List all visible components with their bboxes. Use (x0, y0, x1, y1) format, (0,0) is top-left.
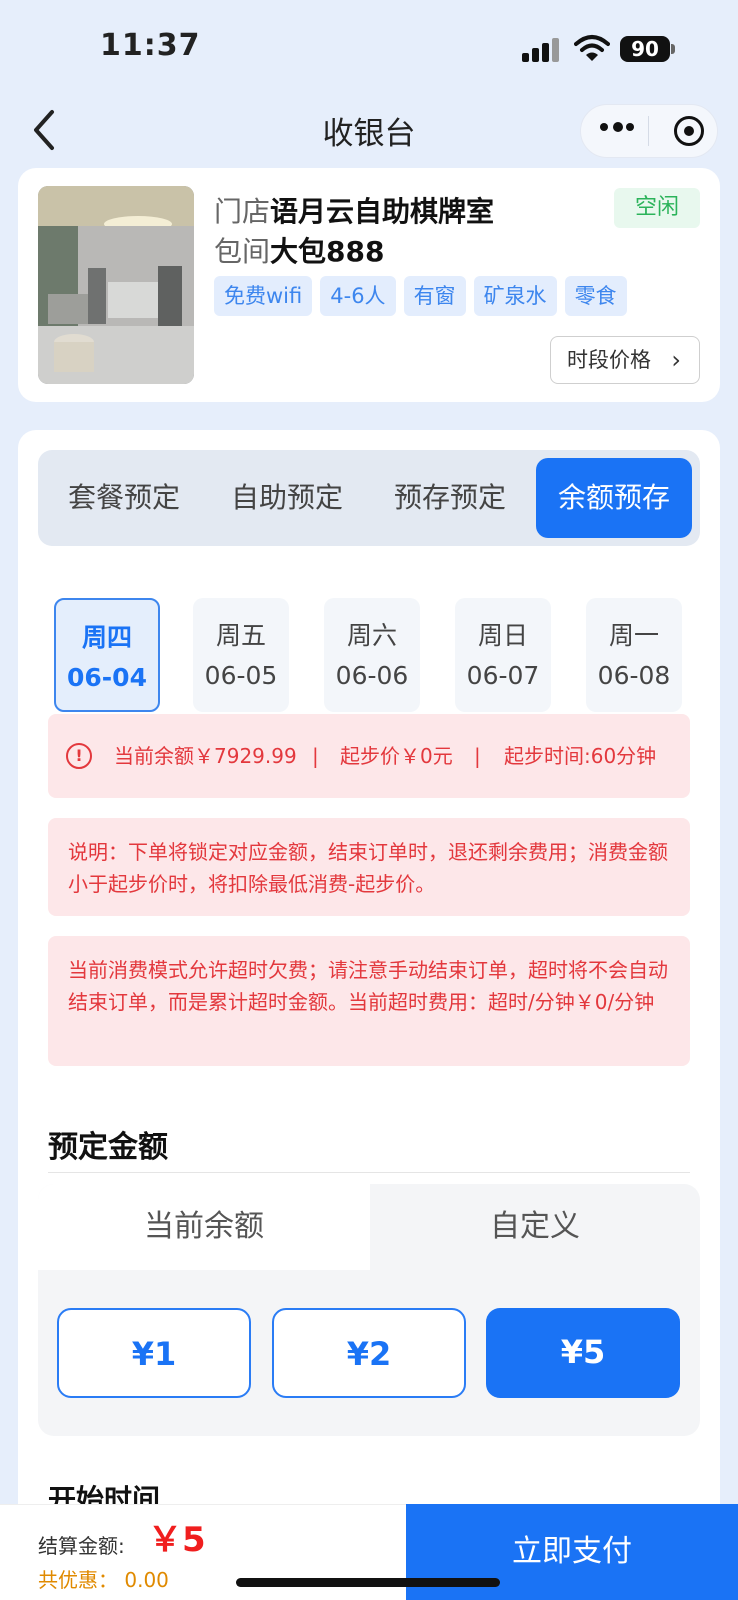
amount-option-1[interactable]: ¥1 (57, 1308, 251, 1398)
amenity-tags: 免费wifi 4-6人 有窗 矿泉水 零食 (214, 276, 627, 316)
start-price: 起步价￥0元 (340, 744, 453, 768)
tab-package-booking[interactable]: 套餐预定 (54, 450, 194, 546)
room-prefix: 包间 (214, 235, 271, 268)
room-name: 大包888 (270, 235, 385, 268)
status-badge: 空闲 (614, 188, 700, 228)
room-name-line: 包间大包888 (214, 230, 384, 270)
warning-icon: ! (66, 743, 92, 769)
day-date: 06-06 (335, 661, 409, 690)
segment-custom[interactable]: 自定义 (370, 1184, 700, 1270)
balance-notice: ! 当前余额￥7929.99 | 起步价￥0元 | 起步时间:60分钟 (48, 714, 690, 798)
day-date: 06-08 (597, 661, 671, 690)
amount-option-2[interactable]: ¥2 (272, 1308, 466, 1398)
room-photo (38, 186, 194, 384)
explain-notice: 说明：下单将锁定对应金额，结束订单时，退还剩余费用；消费金额小于起步价时，将扣除… (48, 818, 690, 916)
day-weekday: 周四 (81, 623, 132, 652)
wifi-icon (574, 34, 610, 62)
home-indicator (236, 1578, 500, 1587)
overtime-notice: 当前消费模式允许超时欠费；请注意手动结束订单，超时将不会自动结束订单，而是累计超… (48, 936, 690, 1066)
time-price-button[interactable]: 时段价格 › (550, 336, 700, 384)
more-icon[interactable] (600, 122, 634, 137)
start-duration: 起步时间:60分钟 (504, 744, 657, 768)
notice-separator: | (312, 744, 319, 768)
day-option[interactable]: 周一 06-08 (586, 598, 682, 712)
store-name-line: 门店语月云自助棋牌室 (214, 190, 494, 230)
day-weekday: 周五 (215, 621, 266, 650)
store-prefix: 门店 (214, 195, 271, 228)
capsule-divider (648, 116, 649, 146)
time-price-label: 时段价格 (567, 348, 651, 372)
battery-tip (671, 44, 675, 54)
day-option[interactable]: 周日 06-07 (455, 598, 551, 712)
tab-prestore-booking[interactable]: 预存预定 (380, 450, 520, 546)
day-option[interactable]: 周六 06-06 (324, 598, 420, 712)
segment-current-balance[interactable]: 当前余额 (38, 1184, 370, 1270)
day-date: 06-05 (204, 661, 278, 690)
current-balance: 当前余额￥7929.99 (114, 744, 297, 768)
amount-option-5[interactable]: ¥5 (486, 1308, 680, 1398)
day-option[interactable]: 周五 06-05 (193, 598, 289, 712)
settle-amount: ￥5 (148, 1520, 206, 1560)
status-time: 11:37 (100, 28, 201, 63)
notice-separator: | (474, 744, 481, 768)
chevron-right-icon: › (671, 346, 681, 374)
close-miniprogram-icon[interactable] (674, 116, 704, 146)
signal-icon (522, 38, 560, 62)
amenity-tag: 零食 (564, 276, 627, 316)
day-option[interactable]: 周四 06-04 (54, 598, 160, 712)
battery-icon: 90 (620, 36, 670, 62)
day-date: 06-07 (466, 661, 540, 690)
amount-section-title: 预定金额 (48, 1130, 168, 1165)
section-divider (48, 1172, 690, 1173)
day-weekday: 周日 (477, 621, 528, 650)
store-name: 语月云自助棋牌室 (270, 195, 495, 228)
amenity-tag: 矿泉水 (473, 276, 557, 316)
discount-text: 共优惠： 0.00 (38, 1568, 169, 1592)
day-weekday: 周六 (346, 621, 397, 650)
amenity-tag: 有窗 (403, 276, 466, 316)
amenity-tag: 免费wifi (214, 276, 313, 316)
day-weekday: 周一 (608, 621, 659, 650)
day-date: 06-04 (67, 663, 147, 692)
tab-balance-prestore[interactable]: 余额预存 (536, 458, 692, 538)
tab-self-booking[interactable]: 自助预定 (217, 450, 357, 546)
amenity-tag: 4-6人 (320, 276, 396, 316)
settle-label: 结算金额: (38, 1534, 125, 1558)
